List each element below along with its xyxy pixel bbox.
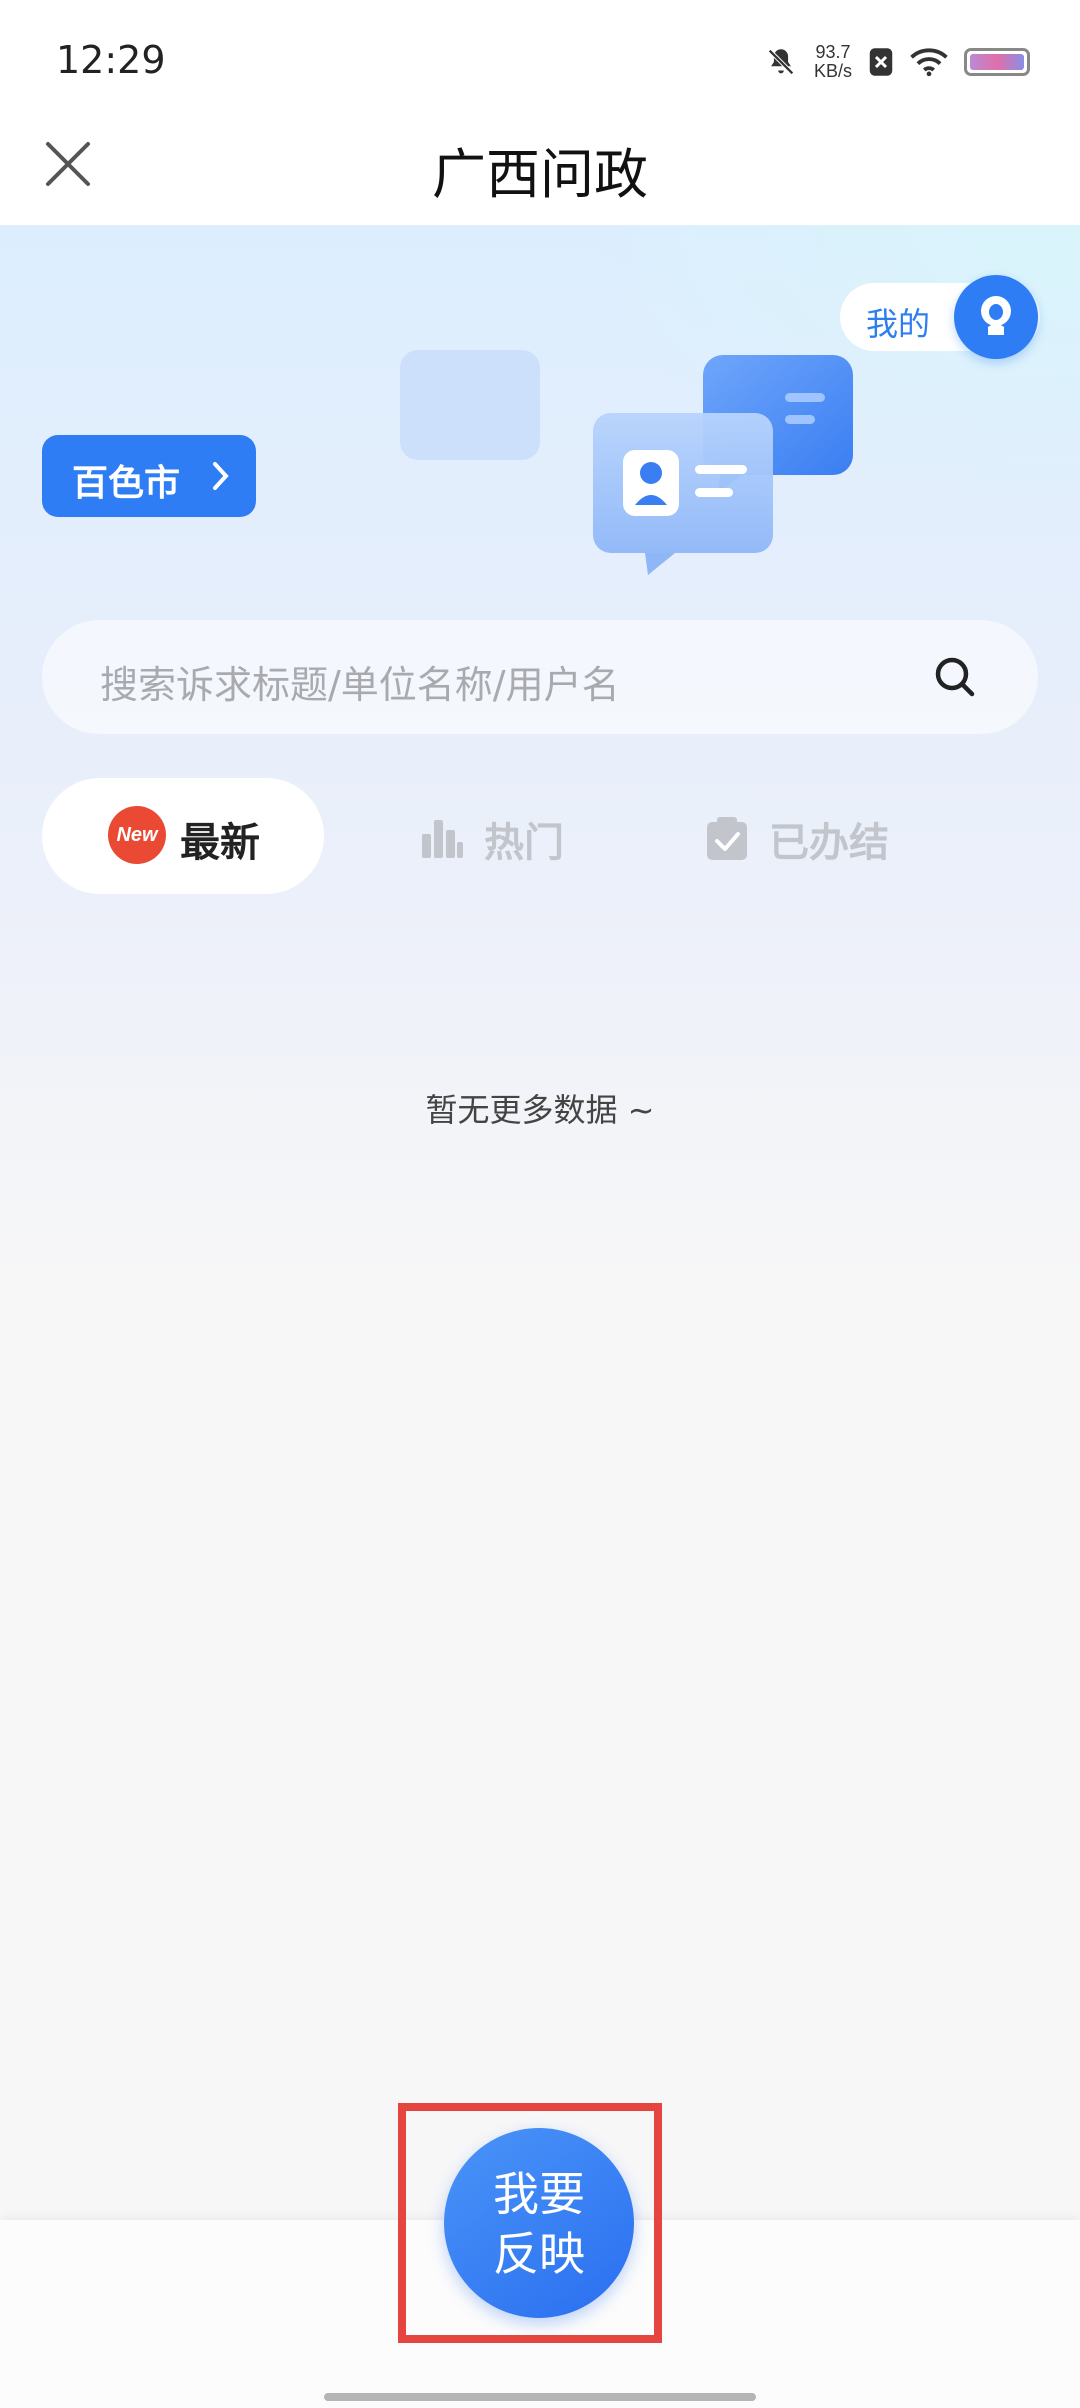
bar-chart-icon: [422, 820, 463, 858]
fab-label-line2: 反映: [493, 2227, 585, 2281]
tab-completed[interactable]: 已办结: [705, 810, 905, 870]
blurred-bubble: [400, 350, 540, 460]
tab-hot[interactable]: 热门: [420, 810, 570, 870]
nav-bar: 广西问政: [0, 120, 1080, 225]
tab-completed-label: 已办结: [769, 820, 889, 866]
new-badge-icon: New: [108, 806, 166, 864]
chevron-right-icon: [213, 462, 229, 490]
city-label: 百色市: [72, 463, 181, 504]
tab-hot-label: 热门: [484, 820, 564, 866]
status-bar: 12:29 93.7 KB/s: [0, 0, 1080, 120]
report-fab-button[interactable]: 我要 反映: [444, 2128, 634, 2318]
fab-label-line1: 我要: [493, 2167, 585, 2221]
status-icons: 93.7 KB/s: [764, 40, 1030, 84]
city-selector-button[interactable]: 百色市: [42, 435, 256, 517]
net-speed-value: 93.7: [815, 42, 851, 62]
search-icon[interactable]: [930, 652, 980, 702]
battery-icon: [964, 48, 1030, 76]
net-speed: 93.7 KB/s: [814, 43, 852, 81]
mute-bell-icon: [768, 49, 794, 75]
user-avatar-icon: [981, 296, 1011, 335]
search-input[interactable]: 搜索诉求标题/单位名称/用户名: [100, 654, 620, 709]
home-indicator[interactable]: [324, 2393, 756, 2401]
search-bar[interactable]: 搜索诉求标题/单位名称/用户名: [42, 620, 1038, 734]
tab-latest-label: 最新: [180, 820, 260, 866]
sim-x-icon: [869, 48, 893, 76]
front-bubble: [593, 413, 773, 553]
net-speed-unit: KB/s: [813, 61, 852, 81]
page-title: 广西问政: [432, 143, 648, 206]
battery-level: [970, 54, 1024, 70]
status-time: 12:29: [56, 38, 166, 82]
avatar[interactable]: [954, 275, 1038, 359]
tab-latest[interactable]: New 最新: [42, 778, 324, 894]
clipboard-check-icon: [707, 817, 747, 860]
empty-state-text: 暂无更多数据 ~: [425, 1091, 655, 1129]
wifi-icon: [910, 48, 948, 77]
chat-card-illustration: [400, 350, 853, 575]
mine-label: 我的: [866, 305, 931, 343]
